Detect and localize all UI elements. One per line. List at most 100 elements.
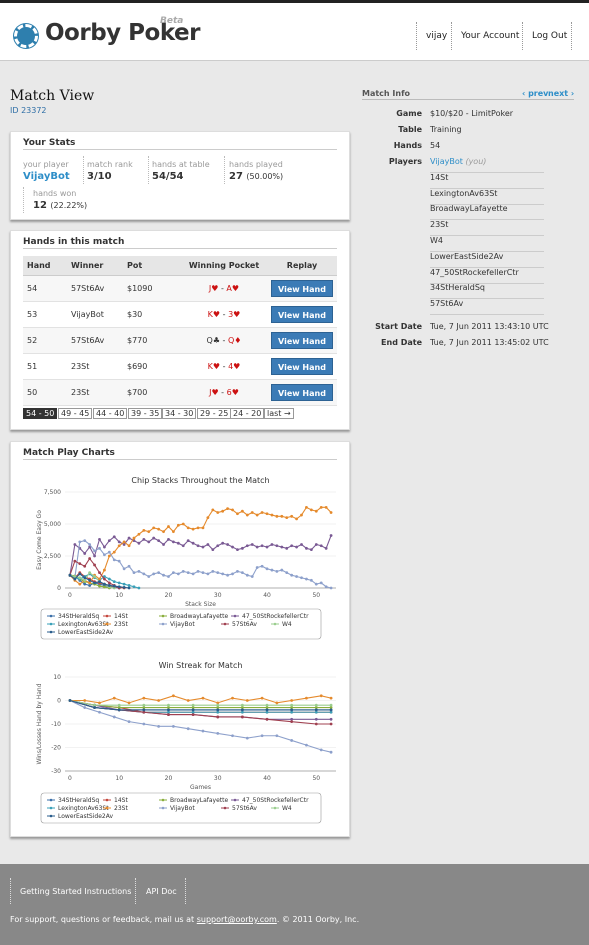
data-point — [275, 514, 279, 518]
nav-logout-link[interactable]: Log Out — [532, 31, 567, 41]
stats-panel: Your Stats your player VijayBot match ra… — [10, 131, 350, 220]
y-tick-label: -10 — [51, 721, 61, 728]
data-point — [305, 577, 308, 581]
page-link[interactable]: last → — [264, 408, 294, 419]
data-point — [137, 541, 141, 545]
legend-label: 57St6Av — [232, 621, 257, 628]
data-point — [295, 517, 298, 521]
view-hand-button[interactable]: View Hand — [271, 383, 333, 401]
hand-winner: 57St6Av — [67, 327, 123, 354]
data-point — [93, 549, 96, 553]
winning-pocket-cards: K♥ - 4♥ — [207, 361, 241, 371]
view-hand-button[interactable]: View Hand — [271, 357, 333, 375]
page-link[interactable]: 34 - 30 — [162, 408, 197, 419]
legend-marker — [49, 614, 53, 618]
data-point — [142, 529, 146, 532]
data-point — [117, 708, 121, 712]
data-point — [167, 525, 170, 528]
nav-account-link[interactable]: Your Account — [461, 31, 519, 41]
stat-divider — [224, 156, 225, 184]
page-link[interactable]: 44 - 40 — [93, 408, 128, 419]
col-winning-pocket: Winning Pocket — [181, 256, 263, 276]
data-point — [196, 569, 200, 573]
page-link[interactable]: 54 - 50 — [23, 408, 58, 419]
data-point — [216, 708, 220, 712]
data-point — [117, 581, 121, 585]
data-point — [231, 734, 234, 738]
hand-pot: $700 — [123, 379, 181, 406]
data-point — [201, 729, 205, 733]
data-point — [221, 509, 225, 513]
player-item: 14St — [430, 173, 544, 189]
charts-panel: Match Play Charts Chip Stacks Throughout… — [10, 441, 350, 837]
data-point — [314, 717, 318, 721]
legend-marker — [105, 798, 109, 802]
page-link[interactable]: 49 - 45 — [58, 408, 93, 419]
data-point — [295, 545, 298, 549]
hand-winner: 57St6Av — [67, 275, 123, 302]
site-footer — [0, 864, 589, 945]
data-point — [290, 514, 294, 518]
view-hand-button[interactable]: View Hand — [271, 279, 333, 297]
data-point — [103, 585, 106, 589]
player-item: 47_50StRockefellerCtr — [430, 268, 544, 284]
data-point — [275, 734, 279, 738]
support-text: For support, questions or feedback, mail… — [10, 915, 359, 924]
card: 4♥ — [228, 361, 241, 371]
data-point — [300, 513, 303, 517]
stat-divider — [83, 156, 84, 184]
data-point — [319, 748, 323, 752]
poker-chip-logo-icon[interactable] — [14, 24, 38, 48]
legend-label: 34StHeraldSq — [58, 613, 99, 620]
data-point — [245, 544, 249, 548]
table-row: 50 23St $700 J♥ - 6♥ View Hand — [23, 379, 337, 406]
legend-label: 14St — [114, 797, 128, 804]
data-point — [93, 563, 96, 567]
hand-number: 51 — [23, 353, 67, 380]
support-email-link[interactable]: support@oorby.com — [197, 915, 277, 924]
page-link[interactable]: 39 - 35 — [128, 408, 163, 419]
data-point — [83, 552, 87, 555]
data-point — [132, 536, 136, 540]
data-point — [265, 567, 269, 571]
data-point — [196, 544, 200, 548]
getting-started-link[interactable]: Getting Started Instructions — [20, 887, 131, 896]
data-point — [240, 715, 244, 719]
prev-match-link[interactable]: ‹ prev — [522, 89, 548, 98]
legend-label: 47_50StRockefellerCtr — [242, 613, 309, 620]
data-point — [305, 743, 308, 747]
support-suffix: . © 2011 Oorby, Inc. — [276, 915, 360, 924]
next-match-link[interactable]: next › — [548, 89, 574, 98]
winning-pocket-cards: J♥ - A♥ — [208, 283, 240, 293]
view-hand-button[interactable]: View Hand — [271, 305, 333, 323]
data-point — [265, 545, 269, 549]
data-point — [152, 526, 156, 530]
data-point — [191, 713, 195, 716]
player-name: LowerEastSide2Av — [430, 251, 504, 261]
page-link[interactable]: 29 - 25 — [197, 408, 232, 419]
nav-user-link[interactable]: vijay — [426, 31, 447, 41]
legend-marker — [233, 798, 237, 802]
data-point — [329, 750, 333, 754]
data-point — [295, 575, 298, 578]
legend-marker — [105, 806, 109, 810]
replay-cell: View Hand — [263, 379, 337, 406]
replay-cell: View Hand — [263, 301, 337, 328]
hands-at-table-value: 54/54 — [152, 171, 184, 182]
data-point — [112, 584, 116, 588]
view-hand-button[interactable]: View Hand — [271, 331, 333, 349]
players-label: Players — [388, 157, 422, 166]
hands-table-header: Hand Winner Pot Winning Pocket Replay — [23, 256, 337, 276]
your-player-value[interactable]: VijayBot — [23, 171, 70, 182]
data-point — [112, 558, 116, 562]
data-point — [73, 559, 77, 563]
player-item[interactable]: VijayBot (you) — [430, 157, 544, 173]
data-point — [88, 571, 92, 575]
page-link[interactable]: 24 - 20 — [230, 408, 265, 419]
data-point — [201, 696, 205, 700]
api-doc-link[interactable]: API Doc — [146, 887, 177, 896]
data-point — [275, 569, 279, 573]
data-point — [93, 575, 96, 578]
data-point — [206, 543, 210, 546]
y-tick-label: 2,500 — [44, 553, 61, 560]
